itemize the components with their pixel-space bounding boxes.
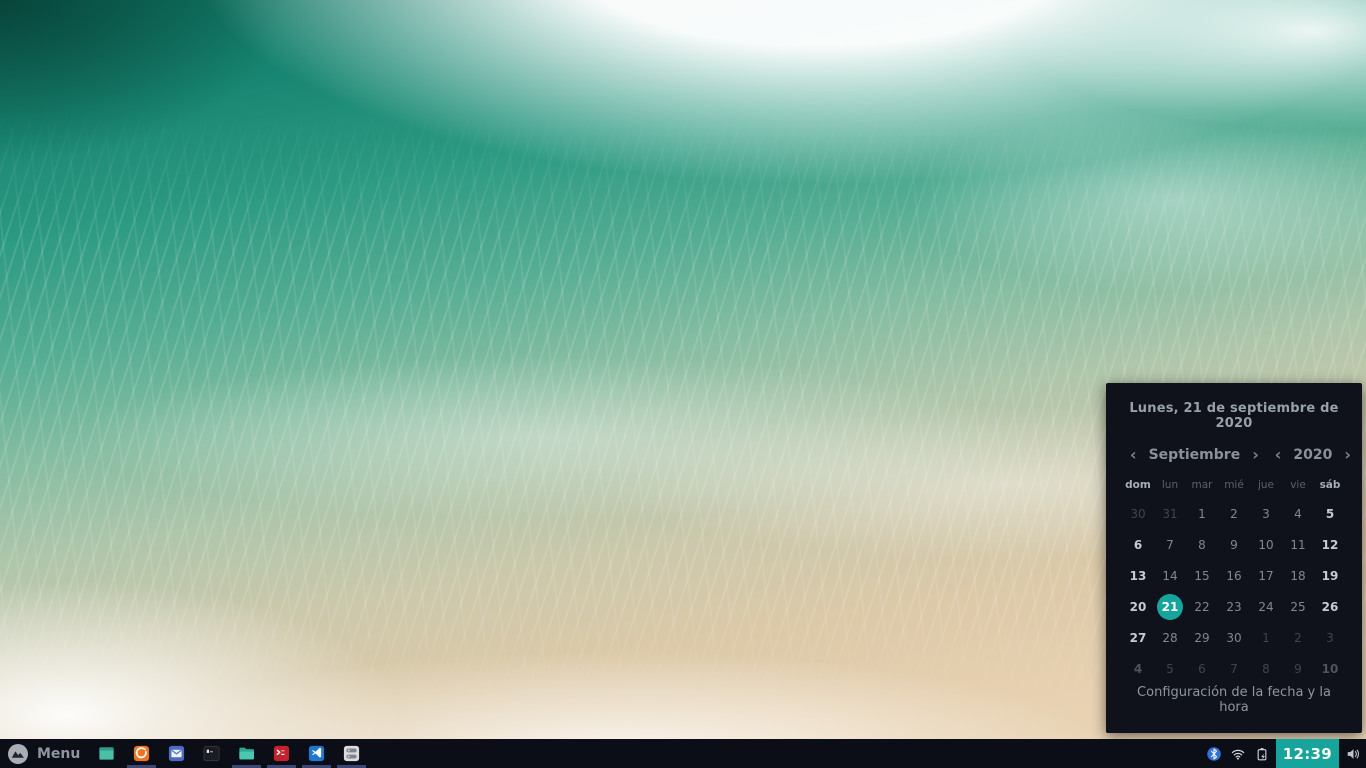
calendar-day-27[interactable]: 27	[1125, 625, 1151, 651]
battery-tray-item[interactable]	[1250, 739, 1274, 768]
launcher-mail[interactable]	[159, 739, 194, 768]
calendar-day-17[interactable]: 17	[1253, 563, 1279, 589]
calendar-day-15[interactable]: 15	[1189, 563, 1215, 589]
wifi-icon	[1230, 746, 1246, 762]
dow-mié: mié	[1218, 479, 1250, 491]
calendar-day-26[interactable]: 26	[1317, 594, 1343, 620]
calendar-day-2[interactable]: 2	[1285, 625, 1311, 651]
calendar-popup: Lunes, 21 de septiembre de 2020 ‹ Septie…	[1106, 383, 1362, 733]
calendar-day-4[interactable]: 4	[1125, 656, 1151, 682]
wifi-tray-item[interactable]	[1226, 739, 1250, 768]
year-nav: ‹ 2020 ›	[1267, 446, 1359, 464]
calendar-day-7[interactable]: 7	[1221, 656, 1247, 682]
year-label: 2020	[1289, 447, 1336, 463]
calendar-day-30[interactable]: 30	[1125, 501, 1151, 527]
month-nav: ‹ Septiembre ›	[1122, 446, 1267, 464]
menu-button[interactable]: Menu	[0, 739, 89, 768]
calendar-day-6[interactable]: 6	[1125, 532, 1151, 558]
calendar-day-7[interactable]: 7	[1157, 532, 1183, 558]
calendar-day-20[interactable]: 20	[1125, 594, 1151, 620]
launcher-window-stack[interactable]	[334, 739, 369, 768]
calendar-day-18[interactable]: 18	[1285, 563, 1311, 589]
calendar-day-9[interactable]: 9	[1221, 532, 1247, 558]
calendar-day-3[interactable]: 3	[1317, 625, 1343, 651]
vscode-icon	[307, 744, 326, 763]
dow-vie: vie	[1282, 479, 1314, 491]
calendar-day-22[interactable]: 22	[1189, 594, 1215, 620]
window-stack-icon	[342, 744, 361, 763]
calendar-day-8[interactable]: 8	[1253, 656, 1279, 682]
launcher-red-terminal[interactable]	[264, 739, 299, 768]
system-tray: 12:39	[1202, 739, 1366, 768]
launcher-firefox[interactable]	[124, 739, 159, 768]
launcher-vscode[interactable]	[299, 739, 334, 768]
calendar-day-6[interactable]: 6	[1189, 656, 1215, 682]
launcher-files[interactable]	[229, 739, 264, 768]
next-month-button[interactable]: ›	[1244, 446, 1267, 464]
prev-year-button[interactable]: ‹	[1267, 446, 1290, 464]
volume-tray-item[interactable]	[1341, 739, 1365, 768]
calendar-date-title: Lunes, 21 de septiembre de 2020	[1122, 401, 1346, 431]
calendar-day-19[interactable]: 19	[1317, 563, 1343, 589]
prev-month-button[interactable]: ‹	[1122, 446, 1145, 464]
calendar-day-25[interactable]: 25	[1285, 594, 1311, 620]
calendar-day-8[interactable]: 8	[1189, 532, 1215, 558]
calendar-day-1[interactable]: 1	[1189, 501, 1215, 527]
calendar-day-2[interactable]: 2	[1221, 501, 1247, 527]
calendar-day-10[interactable]: 10	[1253, 532, 1279, 558]
calendar-day-28[interactable]: 28	[1157, 625, 1183, 651]
calendar-day-10[interactable]: 10	[1317, 656, 1343, 682]
launcher-terminal[interactable]	[194, 739, 229, 768]
calendar-day-31[interactable]: 31	[1157, 501, 1183, 527]
calendar-day-5[interactable]: 5	[1317, 501, 1343, 527]
calendar-dow-row: domlunmarmiéjueviesáb	[1122, 479, 1346, 491]
calendar-day-9[interactable]: 9	[1285, 656, 1311, 682]
dow-mar: mar	[1186, 479, 1218, 491]
calendar-day-21[interactable]: 21	[1157, 594, 1183, 620]
calendar-day-23[interactable]: 23	[1221, 594, 1247, 620]
volume-icon	[1345, 746, 1361, 762]
calendar-day-13[interactable]: 13	[1125, 563, 1151, 589]
calendar-day-29[interactable]: 29	[1189, 625, 1215, 651]
terminal-icon	[202, 744, 221, 763]
bluetooth-icon	[1206, 746, 1222, 762]
dow-sáb: sáb	[1314, 479, 1346, 491]
folder-icon	[237, 744, 256, 763]
red-terminal-icon	[272, 744, 291, 763]
menu-label: Menu	[37, 746, 80, 762]
calendar-day-30[interactable]: 30	[1221, 625, 1247, 651]
dow-lun: lun	[1154, 479, 1186, 491]
calendar-day-16[interactable]: 16	[1221, 563, 1247, 589]
calendar-nav: ‹ Septiembre › ‹ 2020 ›	[1122, 446, 1346, 464]
month-label: Septiembre	[1145, 447, 1245, 463]
calendar-day-3[interactable]: 3	[1253, 501, 1279, 527]
calendar-day-12[interactable]: 12	[1317, 532, 1343, 558]
dow-jue: jue	[1250, 479, 1282, 491]
calendar-day-11[interactable]: 11	[1285, 532, 1311, 558]
calendar-day-24[interactable]: 24	[1253, 594, 1279, 620]
bottom-panel: Menu 12:39	[0, 739, 1366, 768]
desktop: Lunes, 21 de septiembre de 2020 ‹ Septie…	[0, 0, 1366, 768]
bluetooth-tray-item[interactable]	[1202, 739, 1226, 768]
next-year-button[interactable]: ›	[1336, 446, 1359, 464]
calendar-grid: 3031123456789101112131415161718192021222…	[1122, 498, 1346, 684]
calendar-day-14[interactable]: 14	[1157, 563, 1183, 589]
battery-icon	[1254, 746, 1270, 762]
calendar-day-5[interactable]: 5	[1157, 656, 1183, 682]
launchers	[89, 739, 369, 768]
show-desktop-icon	[97, 744, 116, 763]
calendar-day-4[interactable]: 4	[1285, 501, 1311, 527]
calendar-day-1[interactable]: 1	[1253, 625, 1279, 651]
mint-logo-icon	[7, 743, 29, 765]
clock-applet[interactable]: 12:39	[1276, 739, 1339, 768]
datetime-settings-link[interactable]: Configuración de la fecha y la hora	[1122, 685, 1346, 723]
tray-left-slot	[1202, 739, 1274, 768]
firefox-icon	[132, 744, 151, 763]
mail-icon	[167, 744, 186, 763]
launcher-show-desktop[interactable]	[89, 739, 124, 768]
dow-dom: dom	[1122, 479, 1154, 491]
tray-right-slot	[1341, 739, 1365, 768]
